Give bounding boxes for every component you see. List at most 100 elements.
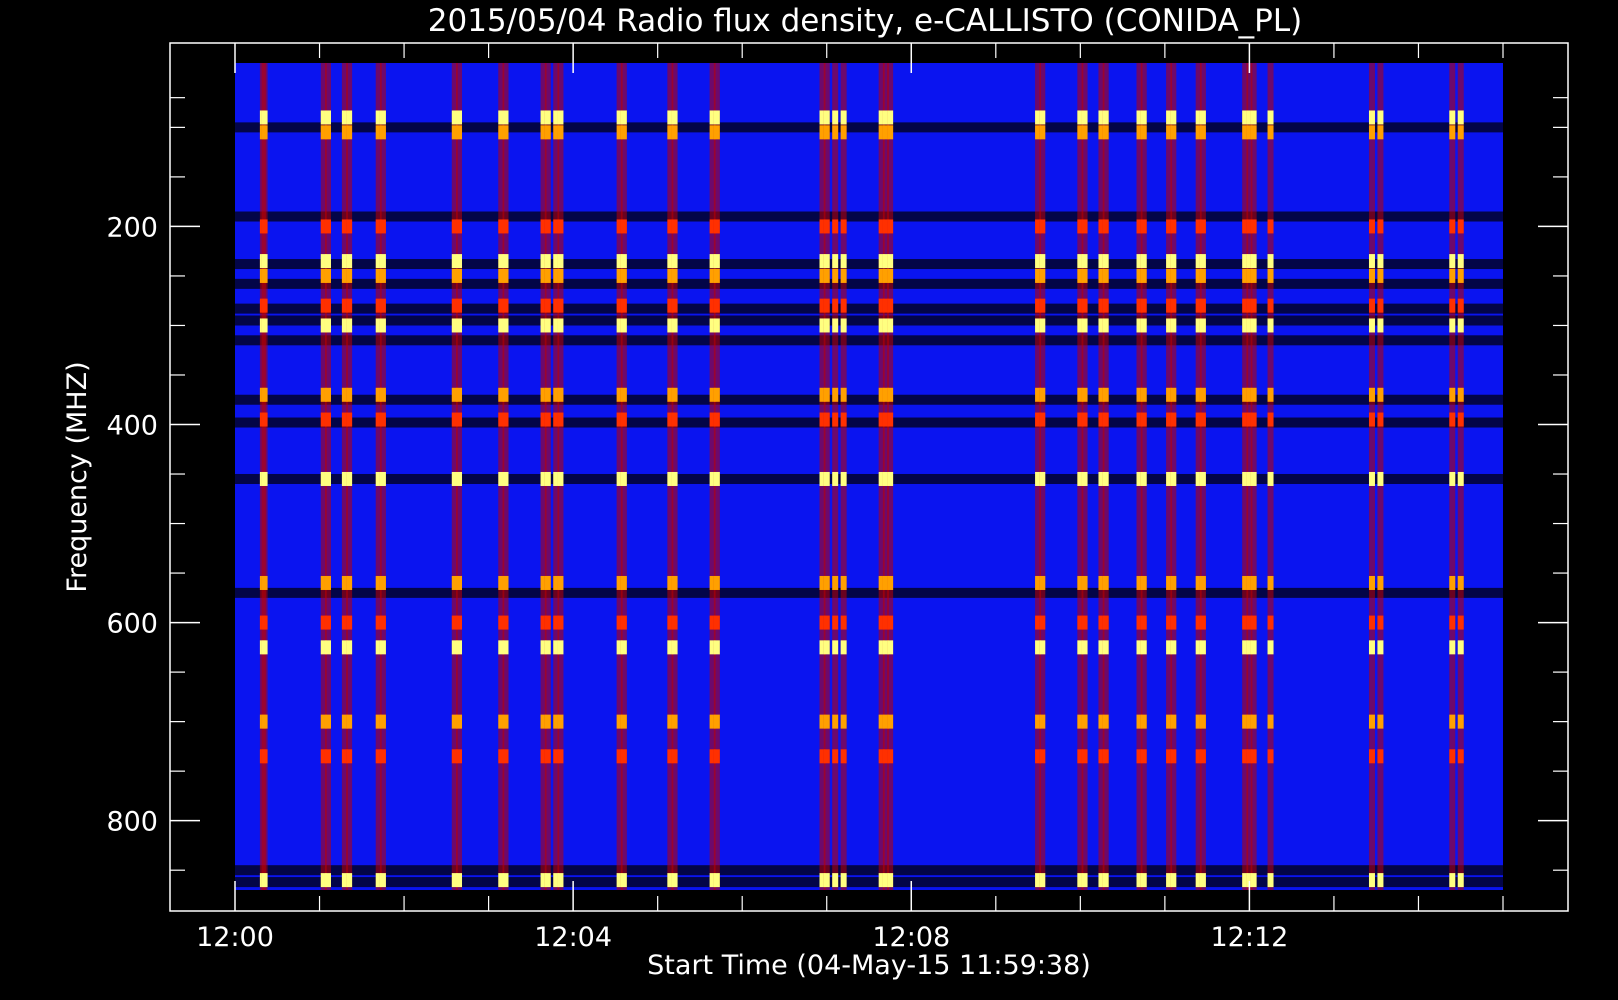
burst-emission: [261, 714, 268, 729]
burst-column-34: [1102, 63, 1109, 890]
dark-band-3: [235, 278, 1503, 289]
burst-emission: [671, 219, 678, 234]
burst-emission: [379, 298, 386, 313]
burst-emission: [1449, 125, 1456, 140]
burst-emission: [261, 471, 268, 486]
burst-emission: [261, 298, 268, 313]
burst-emission: [379, 749, 386, 764]
burst-emission: [1377, 749, 1384, 764]
x-tick-label-1: 12:04: [534, 922, 612, 953]
burst-column-30: [1039, 63, 1046, 890]
burst-column-38: [1170, 63, 1177, 890]
burst-emission: [1250, 575, 1257, 590]
burst-emission: [1457, 125, 1464, 140]
burst-emission: [1039, 640, 1046, 655]
burst-emission: [1267, 219, 1274, 234]
burst-emission: [261, 254, 268, 269]
burst-emission: [261, 268, 268, 283]
burst-emission: [544, 640, 551, 655]
burst-column-47: [1449, 63, 1456, 890]
burst-column-17: [620, 63, 627, 890]
burst-emission: [1377, 412, 1384, 427]
burst-emission: [1377, 298, 1384, 313]
burst-emission: [1140, 412, 1147, 427]
burst-emission: [671, 615, 678, 630]
burst-emission: [823, 714, 830, 729]
burst-emission: [1039, 471, 1046, 486]
burst-emission: [823, 640, 830, 655]
burst-emission: [1170, 125, 1177, 140]
burst-emission: [1250, 640, 1257, 655]
burst-emission: [1457, 615, 1464, 630]
burst-emission: [346, 575, 353, 590]
burst-emission: [1250, 268, 1257, 283]
x-axis-label: Start Time (04-May-15 11:59:38): [647, 950, 1091, 981]
burst-emission: [823, 254, 830, 269]
burst-emission: [1039, 298, 1046, 313]
burst-emission: [502, 471, 509, 486]
burst-emission: [346, 125, 353, 140]
burst-emission: [840, 268, 847, 283]
burst-emission: [557, 268, 564, 283]
burst-emission: [1140, 219, 1147, 234]
burst-emission: [1457, 412, 1464, 427]
burst-emission: [887, 110, 894, 125]
burst-column-19: [671, 63, 678, 890]
burst-emission: [1170, 318, 1177, 333]
burst-emission: [346, 298, 353, 313]
burst-column-9: [456, 63, 463, 890]
burst-emission: [346, 640, 353, 655]
burst-emission: [544, 714, 551, 729]
burst-column-48: [1457, 63, 1464, 890]
burst-emission: [1102, 110, 1109, 125]
burst-emission: [502, 640, 509, 655]
dark-band-12: [235, 877, 1503, 888]
burst-emission: [557, 110, 564, 125]
burst-emission: [557, 387, 564, 402]
y-tick-label-3: 800: [106, 807, 158, 838]
burst-emission: [1140, 471, 1147, 486]
burst-emission: [1081, 749, 1088, 764]
burst-emission: [324, 412, 331, 427]
burst-emission: [379, 318, 386, 333]
burst-emission: [1250, 714, 1257, 729]
burst-emission: [1140, 640, 1147, 655]
burst-emission: [1140, 575, 1147, 590]
burst-emission: [502, 575, 509, 590]
burst-emission: [620, 125, 627, 140]
burst-column-5: [346, 63, 353, 890]
burst-emission: [840, 318, 847, 333]
burst-emission: [261, 318, 268, 333]
burst-emission: [1377, 873, 1384, 888]
burst-emission: [1140, 749, 1147, 764]
y-axis-label: Frequency (MHZ): [62, 361, 93, 592]
burst-emission: [324, 318, 331, 333]
burst-emission: [887, 615, 894, 630]
burst-emission: [832, 714, 839, 729]
dark-band-0: [235, 122, 1503, 133]
burst-emission: [1102, 575, 1109, 590]
burst-emission: [823, 471, 830, 486]
burst-emission: [1368, 714, 1375, 729]
burst-emission: [1267, 615, 1274, 630]
burst-emission: [557, 412, 564, 427]
burst-emission: [1081, 471, 1088, 486]
burst-emission: [544, 268, 551, 283]
burst-emission: [1170, 412, 1177, 427]
burst-emission: [1267, 110, 1274, 125]
burst-emission: [1199, 110, 1206, 125]
burst-emission: [887, 471, 894, 486]
burst-emission: [1140, 298, 1147, 313]
burst-emission: [324, 615, 331, 630]
burst-emission: [1368, 471, 1375, 486]
dark-band-7: [235, 394, 1503, 405]
burst-emission: [379, 873, 386, 888]
burst-emission: [544, 873, 551, 888]
burst-emission: [1377, 219, 1384, 234]
burst-emission: [379, 412, 386, 427]
burst-emission: [823, 268, 830, 283]
burst-emission: [346, 254, 353, 269]
burst-emission: [887, 640, 894, 655]
burst-emission: [544, 318, 551, 333]
burst-emission: [1170, 219, 1177, 234]
